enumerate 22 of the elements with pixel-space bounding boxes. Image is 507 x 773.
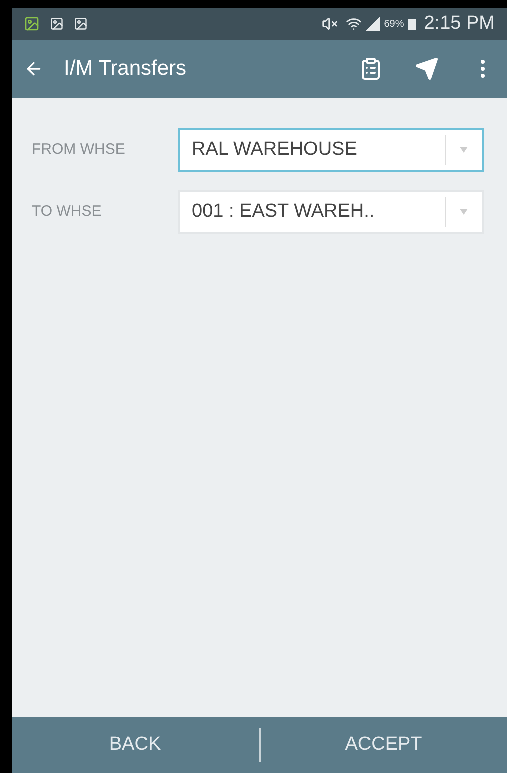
caret-icon xyxy=(460,147,468,153)
dropdown-field[interactable]: 001 : EAST WAREH.. xyxy=(178,190,484,234)
status-time: 2:15 PM xyxy=(424,12,495,36)
dropdown-value: 001 : EAST WAREH.. xyxy=(191,200,376,224)
app-title: I/M Transfers xyxy=(64,56,187,82)
signal-icon xyxy=(366,17,380,31)
clipboard-icon[interactable] xyxy=(359,57,383,81)
notification-icon xyxy=(50,17,64,31)
mute-icon xyxy=(322,16,338,32)
caret-icon xyxy=(460,209,468,215)
field-label: FROM WHSE xyxy=(32,140,126,160)
notification-icon xyxy=(74,17,88,31)
dropdown-value: RAL WAREHOUSE xyxy=(191,138,358,162)
battery-percent: 69% xyxy=(384,18,404,32)
wifi-icon xyxy=(346,16,362,32)
battery-icon xyxy=(408,18,416,30)
action-button[interactable]: ACCEPT xyxy=(260,717,507,773)
dropdown-field[interactable]: RAL WAREHOUSE xyxy=(178,128,484,172)
send-icon[interactable] xyxy=(415,57,439,81)
action-button[interactable]: BACK xyxy=(12,717,258,773)
image-icon xyxy=(24,16,40,32)
field-label: TO WHSE xyxy=(32,202,103,222)
